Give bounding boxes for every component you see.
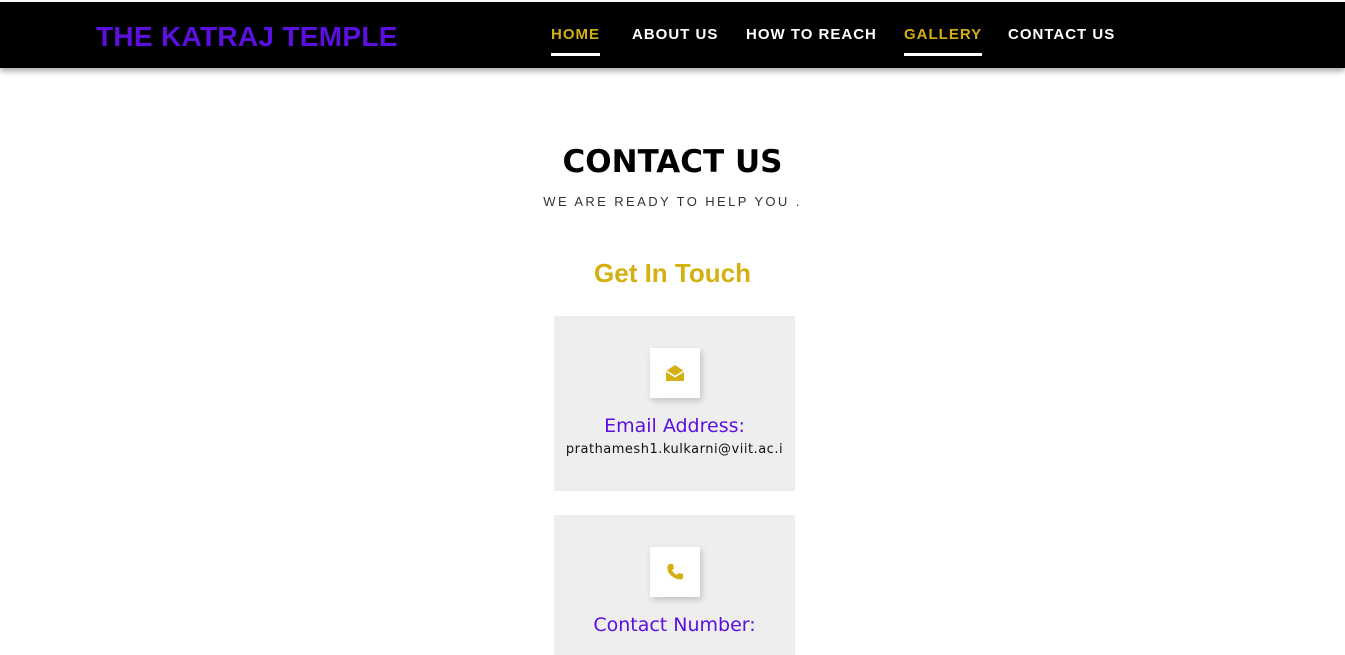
- nav-gallery[interactable]: GALLERY: [904, 26, 983, 56]
- section-title: CONTACT US: [562, 144, 783, 180]
- phone-label: Contact Number:: [593, 614, 756, 636]
- brand-title[interactable]: THE KATRAJ TEMPLE: [96, 20, 398, 54]
- envelope-open-icon: [665, 365, 685, 381]
- navbar: THE KATRAJ TEMPLE HOME ABOUT US HOW TO R…: [0, 2, 1345, 68]
- phone-icon-box: [650, 547, 700, 597]
- phone-card: Contact Number:: [554, 515, 795, 655]
- email-label: Email Address:: [604, 415, 745, 437]
- email-icon-box: [650, 348, 700, 398]
- nav-home[interactable]: HOME: [551, 26, 600, 56]
- email-card: Email Address: prathamesh1.kulkarni@viit…: [554, 316, 795, 491]
- section-subtitle: WE ARE READY TO HELP YOU .: [543, 194, 802, 209]
- nav-about-us[interactable]: ABOUT US: [632, 26, 718, 44]
- phone-icon: [667, 564, 683, 580]
- nav-contact-us[interactable]: CONTACT US: [1008, 26, 1115, 44]
- nav-how-to-reach[interactable]: HOW TO REACH: [746, 26, 877, 44]
- email-value[interactable]: prathamesh1.kulkarni@viit.ac.i: [554, 442, 795, 458]
- get-in-touch-heading: Get In Touch: [594, 258, 751, 288]
